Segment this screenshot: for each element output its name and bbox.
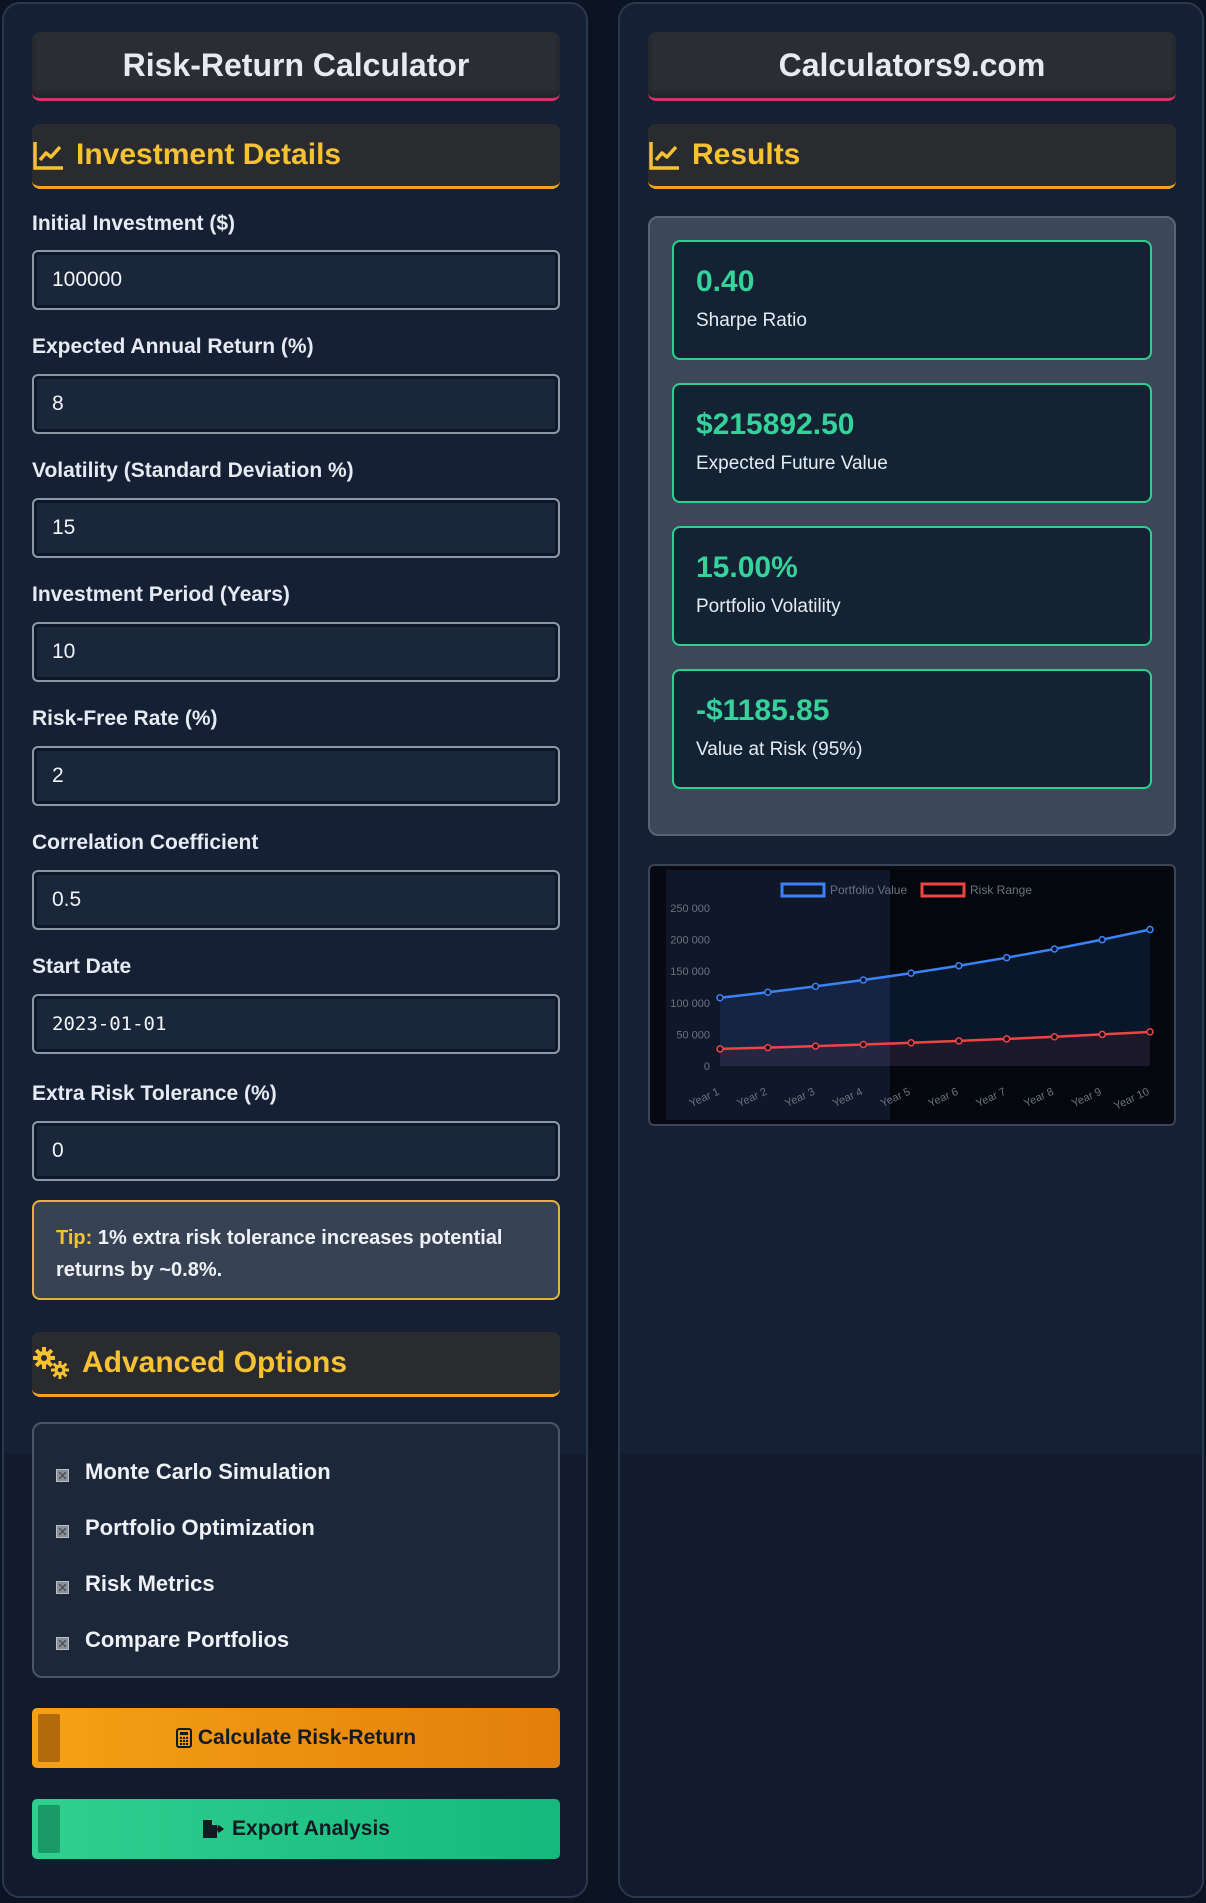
data-point [1050, 1033, 1059, 1041]
value-at-risk-label: Value at Risk (95%) [696, 739, 863, 760]
y-tick-label: 200 000 [670, 935, 710, 947]
start-date-label: Start Date [32, 955, 132, 978]
data-point [907, 969, 915, 977]
sharpe-ratio-label: Sharpe Ratio [696, 310, 807, 331]
initial-investment-label: Initial Investment ($) [32, 212, 236, 235]
option-label: Risk Metrics [85, 1571, 215, 1596]
data-point [716, 1045, 724, 1053]
option-risk-metrics[interactable]: Risk Metrics [34, 1556, 558, 1612]
data-point [1098, 1030, 1106, 1039]
volatility-input[interactable] [32, 498, 560, 558]
calculator-title: Risk-Return Calculator [32, 32, 560, 101]
investment-period-input[interactable] [32, 622, 560, 682]
correlation-input[interactable] [32, 870, 560, 930]
investment-details-header: Investment Details [32, 124, 560, 189]
data-point [859, 1040, 868, 1049]
legend-label: Portfolio Value [830, 883, 907, 897]
option-portfolio-optimization[interactable]: Portfolio Optimization [34, 1500, 558, 1556]
gears-icon [32, 1346, 72, 1380]
investment-period-label: Investment Period (Years) [32, 583, 290, 606]
export-button-label: Export Analysis [232, 1817, 390, 1840]
value-at-risk-card: -$1185.85 Value at Risk (95%) [672, 669, 1152, 789]
extra-risk-label: Extra Risk Tolerance (%) [32, 1082, 277, 1105]
advanced-options-header: Advanced Options [32, 1332, 560, 1397]
calculator-panel: Risk-Return Calculator Investment Detail… [2, 2, 588, 1898]
volatility-label: Volatility (Standard Deviation %) [32, 459, 354, 482]
future-value-label: Expected Future Value [696, 453, 888, 474]
site-title: Calculators9.com [648, 32, 1176, 101]
future-value-value: $215892.50 [696, 408, 855, 441]
data-point [764, 988, 772, 997]
data-point [811, 982, 820, 991]
expected-return-label: Expected Annual Return (%) [32, 335, 314, 358]
data-point [955, 1037, 963, 1045]
calculate-button[interactable]: Calculate Risk-Return [32, 1708, 560, 1768]
value-at-risk-value: -$1185.85 [696, 694, 830, 727]
legend-label: Risk Range [970, 883, 1032, 897]
data-point [955, 961, 963, 970]
y-tick-label: 150 000 [670, 966, 710, 978]
investment-details-title: Investment Details [76, 138, 342, 171]
risk-free-rate-label: Risk-Free Rate (%) [32, 707, 218, 730]
data-point [1098, 935, 1106, 944]
option-compare-portfolios[interactable]: Compare Portfolios [34, 1612, 558, 1668]
future-value-card: $215892.50 Expected Future Value [672, 383, 1152, 503]
button-edge [38, 1714, 60, 1762]
y-tick-label: 250 000 [670, 903, 710, 915]
risk-metrics-checkbox[interactable] [56, 1580, 69, 1594]
data-point [1146, 925, 1154, 934]
chart-line-icon [648, 138, 682, 172]
data-point [811, 1042, 820, 1050]
panel-background-lower [620, 1454, 1202, 1896]
tip-text: 1% extra risk tolerance increases potent… [56, 1227, 503, 1281]
calculate-button-label: Calculate Risk-Return [197, 1726, 417, 1749]
data-point [859, 976, 868, 984]
file-export-icon [202, 1819, 226, 1839]
data-point [907, 1039, 915, 1047]
expected-return-input[interactable] [32, 374, 560, 434]
extra-risk-input[interactable] [32, 1121, 560, 1181]
button-edge [38, 1805, 60, 1853]
option-label: Monte Carlo Simulation [85, 1459, 331, 1484]
compare-portfolios-checkbox[interactable] [56, 1636, 69, 1650]
volatility-card: 15.00% Portfolio Volatility [672, 526, 1152, 646]
volatility-result-label: Portfolio Volatility [696, 596, 841, 617]
calculator-icon [175, 1728, 192, 1748]
volatility-value: 15.00% [696, 551, 798, 584]
risk-free-rate-input[interactable] [32, 746, 560, 806]
projection-chart: 250 000 200 000 150 000 100 000 50 000 0 Year … [648, 864, 1176, 1126]
data-point [1146, 1028, 1154, 1036]
data-point [1002, 1035, 1011, 1043]
results-box: 0.40 Sharpe Ratio $215892.50 Expected Fu… [648, 216, 1176, 836]
results-title: Results [692, 138, 801, 171]
data-point [716, 993, 724, 1002]
option-monte-carlo[interactable]: Monte Carlo Simulation [34, 1444, 558, 1500]
y-tick-label: 0 [704, 1061, 710, 1073]
export-button[interactable]: Export Analysis [32, 1799, 560, 1859]
results-header: Results [648, 124, 1176, 189]
option-label: Portfolio Optimization [85, 1515, 315, 1540]
tip-label: Tip: [56, 1227, 93, 1249]
data-point [1050, 945, 1059, 953]
data-point [764, 1043, 772, 1052]
y-tick-label: 100 000 [670, 998, 710, 1010]
sharpe-ratio-card: 0.40 Sharpe Ratio [672, 240, 1152, 360]
option-label: Compare Portfolios [85, 1627, 290, 1652]
sharpe-ratio-value: 0.40 [696, 265, 755, 298]
start-date-input[interactable] [32, 994, 560, 1054]
results-panel: Calculators9.com Results 0.40 Sharpe Rat… [618, 2, 1204, 1898]
data-point [1002, 953, 1011, 962]
portfolio-optimization-checkbox[interactable] [56, 1524, 69, 1538]
correlation-label: Correlation Coefficient [32, 831, 259, 854]
tip-box: Tip: 1% extra risk tolerance increases p… [32, 1200, 560, 1300]
chart-svg: 250 000200 000150 000100 00050 0000Year … [666, 870, 1170, 1120]
initial-investment-input[interactable] [32, 250, 560, 310]
advanced-options-title: Advanced Options [82, 1346, 348, 1379]
advanced-options-list: Monte Carlo Simulation Portfolio Optimiz… [32, 1422, 560, 1678]
y-tick-label: 50 000 [676, 1029, 710, 1041]
monte-carlo-checkbox[interactable] [56, 1468, 69, 1482]
chart-line-icon [32, 138, 66, 172]
